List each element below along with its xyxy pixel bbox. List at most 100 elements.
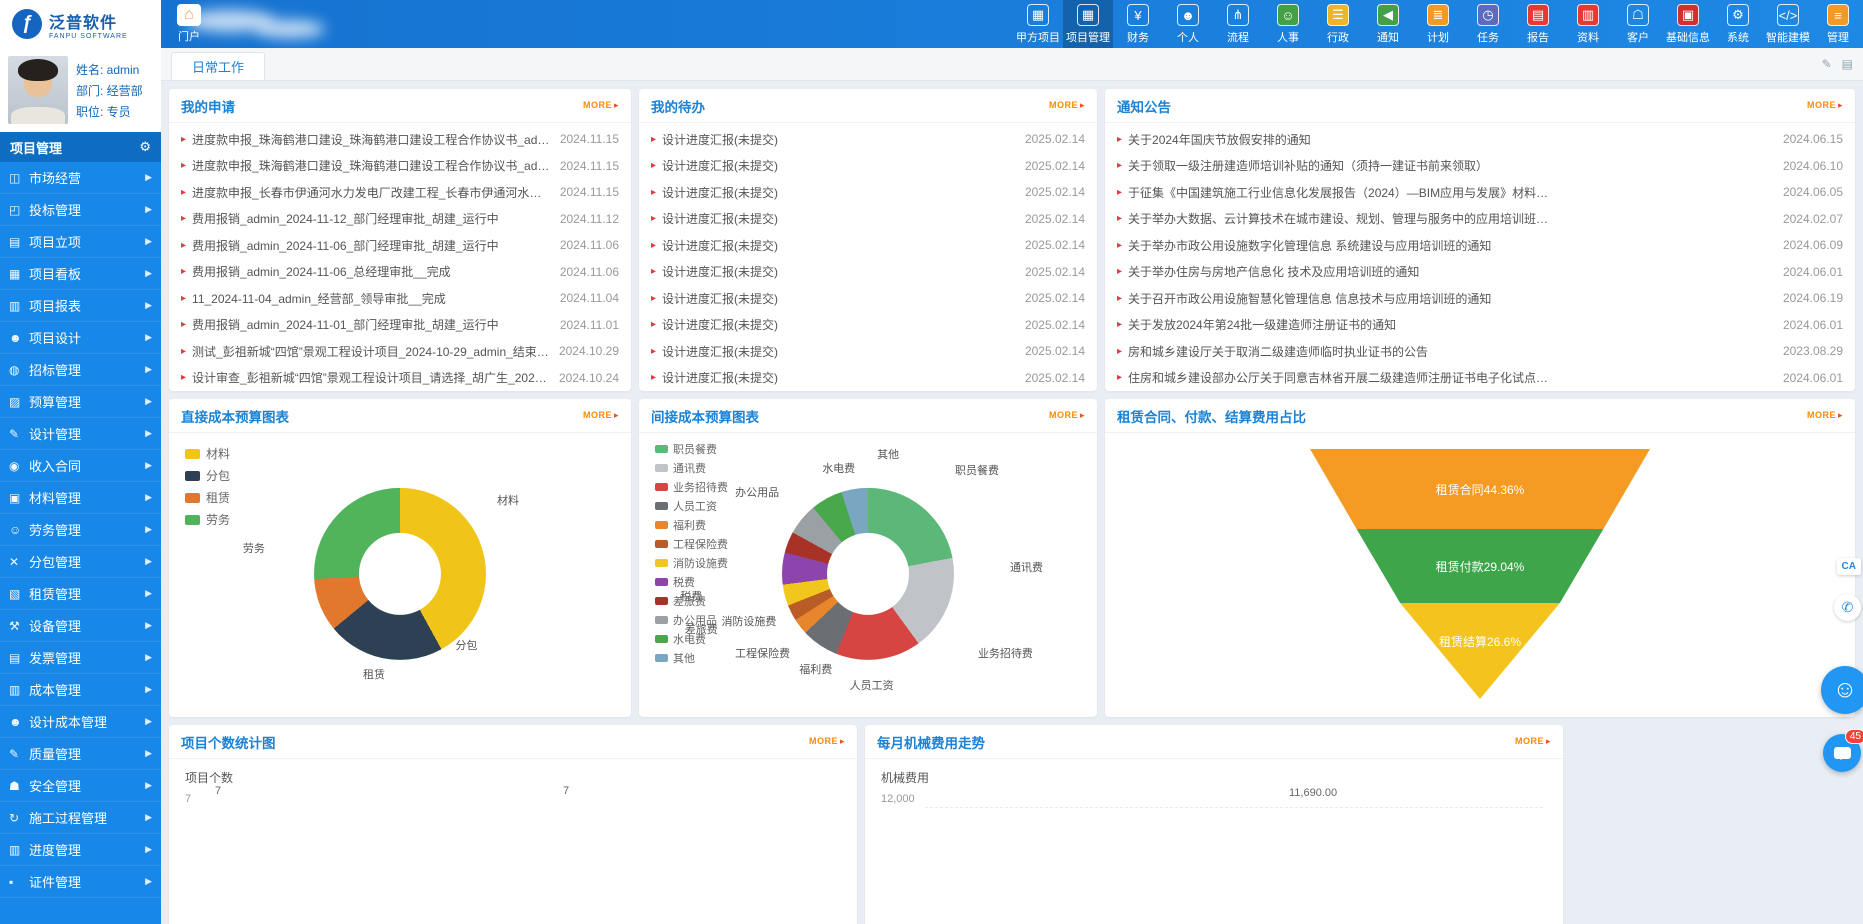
sidebar-item[interactable]: ▤ 发票管理	[0, 642, 161, 674]
list-item[interactable]: 设计进度汇报(未提交) 2025.02.14	[651, 338, 1085, 365]
list-item[interactable]: 费用报销_admin_2024-11-01_部门经理审批_胡建_运行中 2024…	[181, 312, 619, 339]
sidebar-item[interactable]: ▥ 进度管理	[0, 834, 161, 866]
more-link[interactable]: MORE	[1049, 410, 1085, 421]
list-item[interactable]: 设计进度汇报(未提交) 2025.02.14	[651, 285, 1085, 312]
sidebar-item[interactable]: ↻ 施工过程管理	[0, 802, 161, 834]
list-item[interactable]: 进度款申报_珠海鹤港口建设_珠海鹤港口建设工程合作协议书_admin_… 202…	[181, 153, 619, 180]
sidebar-item[interactable]: ▦ 项目看板	[0, 258, 161, 290]
nav-item[interactable]: ▤ 报告	[1513, 0, 1563, 48]
list-item-text: 关于召开市政公用设施智慧化管理信息 信息技术与应用培训班的通知	[1128, 290, 1773, 307]
sidebar-item[interactable]: ◫ 市场经营	[0, 162, 161, 194]
list-item[interactable]: 设计进度汇报(未提交) 2025.02.14	[651, 153, 1085, 180]
layout-icon[interactable]: ▤	[1842, 57, 1853, 71]
list-item[interactable]: 设计进度汇报(未提交) 2025.02.14	[651, 365, 1085, 392]
list-item-date: 2024.06.05	[1783, 185, 1843, 199]
list-item[interactable]: 于征集《中国建筑施工行业信息化发展报告（2024）—BIM应用与发展》材料… 2…	[1117, 179, 1843, 206]
list-item-date: 2024.10.29	[559, 344, 619, 358]
phone-float-button[interactable]: ✆	[1834, 594, 1861, 621]
sidebar-item[interactable]: ◍ 招标管理	[0, 354, 161, 386]
ca-tool-button[interactable]: CA	[1837, 558, 1861, 575]
list-item[interactable]: 关于2024年国庆节放假安排的通知 2024.06.15	[1117, 126, 1843, 153]
message-float-button[interactable]: 45	[1823, 734, 1861, 772]
nav-item[interactable]: ▦ 项目管理	[1063, 0, 1113, 48]
nav-item[interactable]: ◀ 通知	[1363, 0, 1413, 48]
nav-item[interactable]: ▣ 基础信息	[1663, 0, 1713, 48]
nav-item[interactable]: ≡ 管理	[1813, 0, 1863, 48]
panel-my-todos: 我的待办 MORE 设计进度汇报(未提交) 2025.02.14 设计进度汇报(…	[639, 89, 1097, 391]
sidebar-item-label: 施工过程管理	[29, 808, 107, 827]
nav-item[interactable]: </> 智能建模	[1763, 0, 1813, 48]
more-link[interactable]: MORE	[583, 100, 619, 111]
y-axis-tick: 12,000	[881, 793, 915, 805]
nav-item[interactable]: ¥ 财务	[1113, 0, 1163, 48]
more-link[interactable]: MORE	[1515, 736, 1551, 747]
list-item[interactable]: 设计进度汇报(未提交) 2025.02.14	[651, 232, 1085, 259]
nav-item[interactable]: ⋔ 流程	[1213, 0, 1263, 48]
list-item[interactable]: 住房和城乡建设部办公厅关于同意吉林省开展二级建造师注册证书电子化试点… 2024…	[1117, 365, 1843, 392]
sidebar-item[interactable]: ◰ 投标管理	[0, 194, 161, 226]
nav-item[interactable]: ☺ 人事	[1263, 0, 1313, 48]
tab-daily-work[interactable]: 日常工作	[171, 52, 265, 80]
list-item[interactable]: 关于举办市政公用设施数字化管理信息 系统建设与应用培训班的通知 2024.06.…	[1117, 232, 1843, 259]
more-link[interactable]: MORE	[1807, 100, 1843, 111]
more-link[interactable]: MORE	[583, 410, 619, 421]
list-item-text: 设计进度汇报(未提交)	[662, 131, 1015, 148]
indirect-cost-donut-chart: 职员餐费 通讯费 业务招待费	[639, 433, 1097, 701]
sidebar-item[interactable]: ✕ 分包管理	[0, 546, 161, 578]
sidebar-item[interactable]: ☻ 项目设计	[0, 322, 161, 354]
sidebar-item[interactable]: ✎ 设计管理	[0, 418, 161, 450]
list-item[interactable]: 关于发放2024年第24批一级建造师注册证书的通知 2024.06.01	[1117, 312, 1843, 339]
nav-item[interactable]: ☖ 客户	[1613, 0, 1663, 48]
list-item[interactable]: 设计进度汇报(未提交) 2025.02.14	[651, 312, 1085, 339]
list-item[interactable]: 关于召开市政公用设施智慧化管理信息 信息技术与应用培训班的通知 2024.06.…	[1117, 285, 1843, 312]
list-item-date: 2024.11.15	[560, 159, 619, 173]
sidebar-item[interactable]: ▥ 成本管理	[0, 674, 161, 706]
list-item[interactable]: 关于举办大数据、云计算技术在城市建设、规划、管理与服务中的应用培训班… 2024…	[1117, 206, 1843, 233]
nav-item[interactable]: ≣ 计划	[1413, 0, 1463, 48]
list-item[interactable]: 进度款申报_珠海鹤港口建设_珠海鹤港口建设工程合作协议书_admin_… 202…	[181, 126, 619, 153]
nav-item[interactable]: ▥ 资料	[1563, 0, 1613, 48]
list-item[interactable]: 设计审查_彭祖新城“四馆”景观工程设计项目_请选择_胡广生_2024-10-2……	[181, 365, 619, 392]
chat-float-button[interactable]: ☺	[1821, 666, 1863, 714]
more-link[interactable]: MORE	[1049, 100, 1085, 111]
list-item[interactable]: 关于领取一级注册建造师培训补贴的通知（须持一建证书前来领取） 2024.06.1…	[1117, 153, 1843, 180]
list-item[interactable]: 设计进度汇报(未提交) 2025.02.14	[651, 259, 1085, 286]
sidebar-item[interactable]: ✎ 质量管理	[0, 738, 161, 770]
sidebar-item[interactable]: ▧ 租赁管理	[0, 578, 161, 610]
list-item-text: 设计进度汇报(未提交)	[662, 237, 1015, 254]
list-item[interactable]: 费用报销_admin_2024-11-06_总经理审批__完成 2024.11.…	[181, 259, 619, 286]
nav-item[interactable]: ⚙ 系统	[1713, 0, 1763, 48]
sidebar-item[interactable]: ☻ 设计成本管理	[0, 706, 161, 738]
nav-item[interactable]: ◷ 任务	[1463, 0, 1513, 48]
sidebar-item[interactable]: ▤ 项目立项	[0, 226, 161, 258]
more-link[interactable]: MORE	[809, 736, 845, 747]
list-item[interactable]: 设计进度汇报(未提交) 2025.02.14	[651, 179, 1085, 206]
list-item[interactable]: 费用报销_admin_2024-11-06_部门经理审批_胡建_运行中 2024…	[181, 232, 619, 259]
list-item[interactable]: 关于举办住房与房地产信息化 技术及应用培训班的通知 2024.06.01	[1117, 259, 1843, 286]
list-item[interactable]: 设计进度汇报(未提交) 2025.02.14	[651, 126, 1085, 153]
sidebar-item[interactable]: ⚒ 设备管理	[0, 610, 161, 642]
sidebar-item[interactable]: ☺ 劳务管理	[0, 514, 161, 546]
list-item[interactable]: 11_2024-11-04_admin_经营部_领导审批__完成 2024.11…	[181, 285, 619, 312]
nav-item[interactable]: ☰ 行政	[1313, 0, 1363, 48]
list-item[interactable]: 房和城乡建设厅关于取消二级建造师临时执业证书的公告 2023.08.29	[1117, 338, 1843, 365]
list-item[interactable]: 设计进度汇报(未提交) 2025.02.14	[651, 206, 1085, 233]
list-item-date: 2024.11.01	[560, 318, 619, 332]
logo-subtitle: FANPU SOFTWARE	[49, 33, 128, 40]
sidebar-item[interactable]: ☗ 安全管理	[0, 770, 161, 802]
nav-item[interactable]: ▦ 甲方项目	[1013, 0, 1063, 48]
sidebar-item[interactable]: ▣ 材料管理	[0, 482, 161, 514]
sidebar-item[interactable]: ◉ 收入合同	[0, 450, 161, 482]
sidebar-item[interactable]: ▨ 预算管理	[0, 386, 161, 418]
sidebar-item[interactable]: ▪ 证件管理	[0, 866, 161, 898]
list-item[interactable]: 进度款申报_长春市伊通河水力发电厂改建工程_长春市伊通河水力发电… 2024.1…	[181, 179, 619, 206]
list-item[interactable]: 测试_彭祖新城“四馆”景观工程设计项目_2024-10-29_admin_结束_…	[181, 338, 619, 365]
bar-value-label: 7	[563, 785, 569, 797]
gear-icon[interactable]: ⚙	[139, 139, 151, 155]
more-link[interactable]: MORE	[1807, 410, 1843, 421]
edit-icon[interactable]: ✎	[1822, 57, 1832, 71]
list-item[interactable]: 费用报销_admin_2024-11-12_部门经理审批_胡建_运行中 2024…	[181, 206, 619, 233]
sidebar-item[interactable]: ▥ 项目报表	[0, 290, 161, 322]
nav-item[interactable]: ☻ 个人	[1163, 0, 1213, 48]
slice-label: 福利费	[799, 661, 832, 677]
